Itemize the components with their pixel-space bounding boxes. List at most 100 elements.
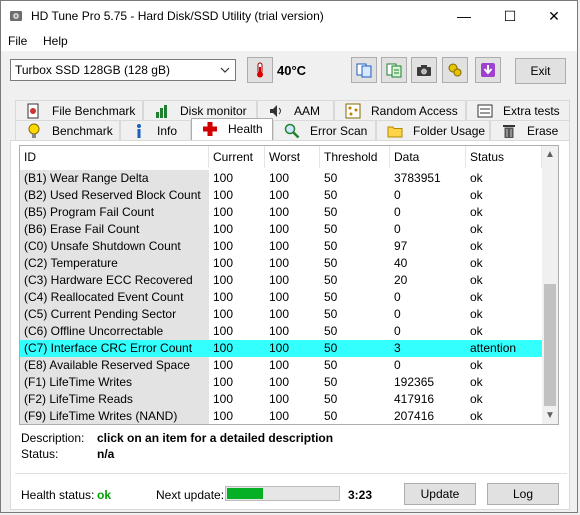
table-row[interactable]: (B2) Used Reserved Block Count 100 100 5…	[20, 187, 542, 204]
table-row[interactable]: (E8) Available Reserved Space 100 100 50…	[20, 357, 542, 374]
cell-threshold: 50	[324, 171, 338, 185]
table-row[interactable]: (B6) Erase Fail Count 100 100 50 0 ok	[20, 221, 542, 238]
screenshot-button[interactable]	[411, 57, 437, 83]
tab-info[interactable]: Info	[120, 120, 191, 140]
column-header-threshold[interactable]: Threshold	[320, 146, 390, 168]
column-header-data[interactable]: Data	[390, 146, 466, 168]
cell-data: 3	[394, 341, 401, 355]
cell-data: 0	[394, 324, 401, 338]
table-row[interactable]: (B5) Program Fail Count 100 100 50 0 ok	[20, 204, 542, 221]
cell-id: (C0) Unsafe Shutdown Count	[20, 238, 209, 255]
title-bar[interactable]: HD Tune Pro 5.75 - Hard Disk/SSD Utility…	[1, 1, 577, 31]
cell-status: ok	[470, 409, 483, 423]
tab-label: Error Scan	[310, 124, 368, 138]
tab-label: Folder Usage	[413, 124, 486, 138]
tab-extra-tests[interactable]: Extra tests	[466, 100, 570, 120]
cell-data: 20	[394, 273, 408, 287]
tab-health[interactable]: Health	[191, 118, 273, 140]
table-row[interactable]: (C0) Unsafe Shutdown Count 100 100 50 97…	[20, 238, 542, 255]
scroll-thumb[interactable]	[544, 284, 556, 406]
column-header-status[interactable]: Status	[466, 146, 542, 168]
cell-worst: 100	[269, 341, 290, 355]
cell-threshold: 50	[324, 341, 338, 355]
options-button[interactable]	[442, 57, 468, 83]
cell-status: ok	[470, 188, 483, 202]
table-row[interactable]: (F9) LifeTime Writes (NAND) 100 100 50 2…	[20, 408, 542, 424]
cell-data: 207416	[394, 409, 435, 423]
update-button[interactable]: Update	[404, 483, 476, 505]
scroll-down-icon[interactable]: ▼	[542, 407, 558, 424]
cell-worst: 100	[269, 324, 290, 338]
cell-data: 0	[394, 290, 401, 304]
tab-aam[interactable]: AAM	[257, 100, 334, 120]
copy-info-button[interactable]	[351, 57, 377, 83]
menu-help[interactable]: Help	[43, 34, 68, 48]
table-row[interactable]: (F2) LifeTime Reads 100 100 50 417916 ok	[20, 391, 542, 408]
scroll-up-icon[interactable]: ▲	[542, 146, 558, 163]
exit-button[interactable]: Exit	[515, 58, 566, 84]
close-button[interactable]: ✕	[531, 1, 577, 31]
tab-label: Random Access	[371, 104, 458, 118]
cell-data: 0	[394, 188, 401, 202]
table-scrollbar[interactable]: ▲ ▼	[542, 146, 558, 424]
column-header-current[interactable]: Current	[209, 146, 265, 168]
description-value: click on an item for a detailed descript…	[97, 431, 334, 445]
cell-threshold: 50	[324, 205, 338, 219]
table-row[interactable]: (C6) Offline Uncorrectable 100 100 50 0 …	[20, 323, 542, 340]
cell-status: ok	[470, 375, 483, 389]
cell-data: 417916	[394, 392, 435, 406]
tab-folder-usage[interactable]: Folder Usage	[376, 120, 490, 140]
temperature-button[interactable]	[247, 57, 273, 83]
smart-table[interactable]: ID Current Worst Threshold Data Status (…	[19, 145, 559, 425]
tab-label: Health	[228, 122, 263, 136]
cell-id: (C7) Interface CRC Error Count	[20, 340, 209, 357]
table-row[interactable]: (F1) LifeTime Writes 100 100 50 192365 o…	[20, 374, 542, 391]
cell-current: 100	[213, 273, 234, 287]
cell-worst: 100	[269, 358, 290, 372]
status-label: Status:	[21, 447, 59, 461]
download-button[interactable]	[475, 57, 501, 83]
cell-data: 0	[394, 222, 401, 236]
table-row[interactable]: (C2) Temperature 100 100 50 40 ok	[20, 255, 542, 272]
cell-worst: 100	[269, 171, 290, 185]
tab-random-access[interactable]: Random Access	[334, 100, 466, 120]
file-benchmark-icon	[27, 103, 39, 119]
tab-error-scan[interactable]: Error Scan	[273, 120, 376, 140]
copy-text-button[interactable]	[381, 57, 407, 83]
cell-current: 100	[213, 307, 234, 321]
table-row[interactable]: (C4) Reallocated Event Count 100 100 50 …	[20, 289, 542, 306]
minimize-button[interactable]: —	[441, 1, 487, 31]
cell-status: ok	[470, 273, 483, 287]
table-row[interactable]: (B1) Wear Range Delta 100 100 50 3783951…	[20, 170, 542, 187]
cell-current: 100	[213, 171, 234, 185]
cell-data: 97	[394, 239, 408, 253]
table-row[interactable]: (C3) Hardware ECC Recovered 100 100 50 2…	[20, 272, 542, 289]
tab-label: Benchmark	[52, 124, 113, 138]
trash-icon	[503, 125, 515, 138]
cell-data: 3783951	[394, 171, 441, 185]
cell-worst: 100	[269, 222, 290, 236]
column-header-id[interactable]: ID	[20, 146, 209, 168]
cell-status: ok	[470, 256, 483, 270]
tab-benchmark[interactable]: Benchmark	[15, 120, 120, 140]
tab-label: AAM	[294, 104, 321, 118]
tab-erase[interactable]: Erase	[490, 120, 570, 140]
table-row[interactable]: (C5) Current Pending Sector 100 100 50 0…	[20, 306, 542, 323]
drive-select[interactable]: Turbox SSD 128GB (128 gB)	[10, 59, 236, 81]
menu-file[interactable]: File	[8, 34, 27, 48]
maximize-button[interactable]: ☐	[487, 1, 533, 31]
cell-status: ok	[470, 358, 483, 372]
cell-data: 0	[394, 205, 401, 219]
log-button[interactable]: Log	[487, 483, 559, 505]
column-header-worst[interactable]: Worst	[265, 146, 320, 168]
cell-threshold: 50	[324, 273, 338, 287]
thermometer-icon	[257, 62, 263, 78]
cell-status: ok	[470, 324, 483, 338]
drive-select-value: Turbox SSD 128GB (128 gB)	[15, 63, 170, 77]
table-row-selected[interactable]: (C7) Interface CRC Error Count 100 100 5…	[20, 340, 542, 357]
tab-file-benchmark[interactable]: File Benchmark	[15, 100, 143, 120]
tab-disk-monitor[interactable]: Disk monitor	[143, 100, 257, 120]
cell-status: ok	[470, 239, 483, 253]
cell-data: 0	[394, 358, 401, 372]
cell-worst: 100	[269, 392, 290, 406]
